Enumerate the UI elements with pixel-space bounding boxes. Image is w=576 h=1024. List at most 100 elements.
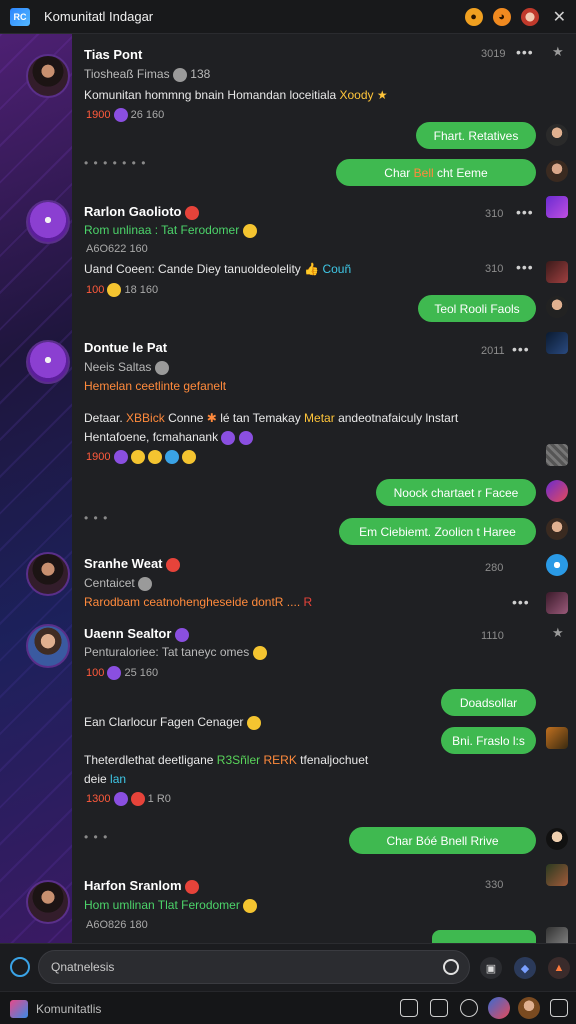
message-highlight: XBBick xyxy=(126,411,165,425)
avatar-small[interactable] xyxy=(546,332,568,354)
bubble-highlight: Bell xyxy=(413,165,434,180)
voice-icon[interactable] xyxy=(443,959,459,975)
more-options-icon[interactable]: ••• xyxy=(516,204,534,220)
more-options-icon[interactable]: ••• xyxy=(516,259,534,275)
more-options-icon[interactable]: ••• xyxy=(516,44,534,60)
message-text: Theterdlethat deetligane R3Sñler RERK tf… xyxy=(84,753,368,767)
menu-icon[interactable] xyxy=(550,999,568,1017)
avatar[interactable] xyxy=(26,200,70,244)
bottom-title: Komunitatlis xyxy=(36,1002,102,1016)
avatar-small[interactable] xyxy=(546,444,568,466)
reaction-icon[interactable] xyxy=(113,792,128,806)
reaction-icon xyxy=(185,205,200,220)
avatar-small[interactable] xyxy=(546,864,568,886)
message-meta: 1300 1 R0 xyxy=(86,792,171,806)
outgoing-bubble[interactable]: Em Ciebiemt. Zoolicn t Haree xyxy=(339,518,536,545)
meta-count: 1300 xyxy=(86,792,111,805)
outgoing-bubble-partial[interactable] xyxy=(432,930,536,943)
sticker-icon[interactable]: ▣ xyxy=(480,957,502,979)
avatar-small[interactable] xyxy=(546,160,568,182)
sender-name[interactable]: Dontue le Pat xyxy=(84,340,167,355)
avatar-small[interactable] xyxy=(488,997,510,1019)
shield-icon[interactable] xyxy=(400,999,418,1017)
emoji-icon xyxy=(252,645,267,660)
reaction-icon[interactable] xyxy=(107,666,122,680)
gif-icon[interactable]: ◆ xyxy=(514,957,536,979)
message-meta: 1900 xyxy=(86,450,196,464)
avatar-small[interactable] xyxy=(546,480,568,502)
message-text: Hentafoene, fcmahanank xyxy=(84,430,253,445)
settings-icon[interactable] xyxy=(460,999,478,1017)
notification-icon[interactable]: ● xyxy=(464,7,483,26)
message-text: Uand Coeen: Cande Diey tanuoldeolelity 👍… xyxy=(84,262,351,276)
chat-list[interactable]: Tias Pont 3019 ••• ★ Tiosheaß Fimas 138 … xyxy=(0,34,576,949)
avatar-small[interactable] xyxy=(518,997,540,1019)
status-text: Hemelan ceetlinte gefanelt xyxy=(84,379,227,393)
star-icon: ★ xyxy=(376,88,388,102)
sender-name[interactable]: Tias Pont xyxy=(84,47,142,62)
avatar-small[interactable] xyxy=(546,518,568,540)
fire-icon[interactable]: ▲ xyxy=(548,957,570,979)
avatar-small[interactable] xyxy=(546,261,568,283)
message-text: deie lan xyxy=(84,772,126,786)
sender-name-text: Uaenn Sealtor xyxy=(84,626,172,641)
reaction-icon[interactable] xyxy=(113,450,128,464)
message-input[interactable]: Qnatnelesis xyxy=(38,950,470,984)
emoji-icon xyxy=(243,898,258,913)
avatar-small[interactable] xyxy=(546,828,568,850)
reaction-icon[interactable] xyxy=(164,450,179,464)
outgoing-bubble[interactable]: Doadsollar xyxy=(441,689,536,716)
reaction-icon[interactable] xyxy=(113,108,128,122)
typing-indicator-icon: • • • xyxy=(84,511,109,525)
avatar[interactable] xyxy=(26,880,70,924)
title-bar: RC Komunitatl Indagar ● ◕ ✕ xyxy=(0,0,576,34)
emoji-icon[interactable]: ◕ xyxy=(492,7,511,26)
avatar-small[interactable] xyxy=(546,124,568,146)
reaction-icon[interactable] xyxy=(130,450,145,464)
outgoing-bubble[interactable]: Char Bell cht Eeme xyxy=(336,159,536,186)
typing-indicator-icon: • • • xyxy=(84,830,109,844)
avatar-small[interactable] xyxy=(546,296,568,318)
subtitle-text: Rom unlinaa : Tat Ferodomer xyxy=(84,223,240,237)
pin-icon[interactable]: ★ xyxy=(552,44,564,60)
avatar-small[interactable] xyxy=(546,727,568,749)
sender-name[interactable]: Harfon Sranlom xyxy=(84,878,200,894)
close-icon[interactable]: ✕ xyxy=(553,7,566,27)
reaction-icon[interactable] xyxy=(147,450,162,464)
avatar-small[interactable] xyxy=(546,196,568,218)
avatar[interactable] xyxy=(26,624,70,668)
avatar-small[interactable] xyxy=(546,554,568,576)
message-meta: A6O826 180 xyxy=(86,919,148,931)
more-options-icon[interactable]: ••• xyxy=(512,341,530,357)
meta-b: 25 xyxy=(124,666,137,679)
outgoing-bubble[interactable]: Teol Rooli Faols xyxy=(418,295,536,322)
message-part: tfenaljochuet xyxy=(300,753,369,767)
avatar[interactable] xyxy=(26,552,70,596)
avatar[interactable] xyxy=(26,54,70,98)
outgoing-bubble[interactable]: Noock chartaet r Facee xyxy=(376,479,536,506)
sender-subtitle: Penturaloriee: Tat taneyc omes xyxy=(84,645,267,660)
subtitle-text: Penturaloriee: Tat taneyc omes xyxy=(84,645,250,659)
gallery-icon[interactable] xyxy=(430,999,448,1017)
outgoing-bubble[interactable]: Fhart. Retatives xyxy=(416,122,536,149)
outgoing-bubble[interactable]: Bni. Fraslo l:s xyxy=(441,727,536,754)
more-options-icon[interactable]: ••• xyxy=(512,594,530,610)
attach-icon[interactable] xyxy=(10,957,30,977)
reaction-icon[interactable] xyxy=(107,283,122,297)
reaction-icon[interactable] xyxy=(130,792,145,806)
sender-name[interactable]: Sranhe Weat xyxy=(84,556,181,572)
reaction-icon[interactable] xyxy=(181,450,196,464)
sender-subtitle: Centaicet xyxy=(84,576,153,591)
avatar[interactable] xyxy=(26,340,70,384)
sender-name[interactable]: Uaenn Sealtor xyxy=(84,626,190,642)
pin-icon[interactable]: ★ xyxy=(552,625,564,641)
message-meta: 100 25 160 xyxy=(86,666,158,680)
sender-name[interactable]: Rarlon Gaolioto xyxy=(84,204,200,220)
meta-b: 18 xyxy=(124,283,137,296)
outgoing-bubble[interactable]: Char Bóé Bnell Rrive xyxy=(349,827,536,854)
badge-icon xyxy=(154,360,169,375)
profile-icon[interactable] xyxy=(520,7,539,26)
avatar-small[interactable] xyxy=(546,592,568,614)
meta-count: 1900 xyxy=(86,450,111,463)
message-part: deie xyxy=(84,772,107,786)
